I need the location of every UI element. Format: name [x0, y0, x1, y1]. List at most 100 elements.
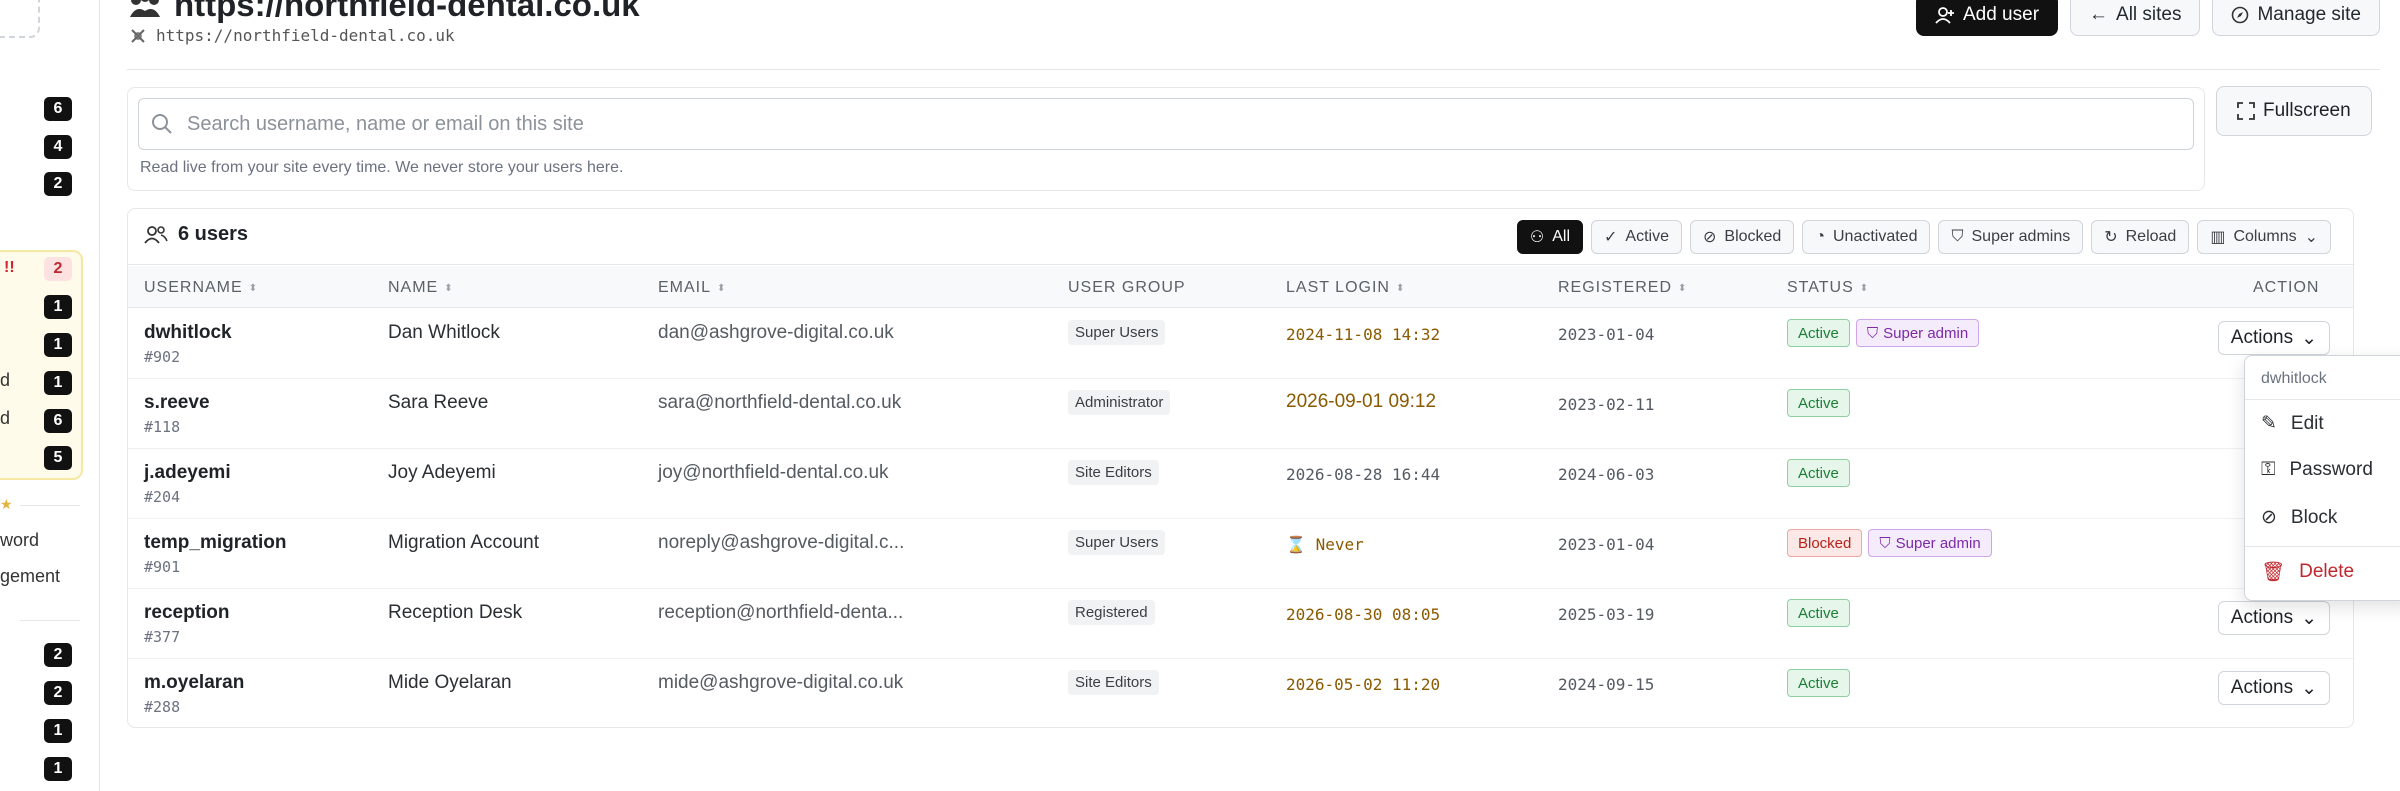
shield-icon: ⛉	[1866, 324, 1879, 342]
actions-button[interactable]: Actions ⌄	[2217, 321, 2330, 355]
sidebar-item-password[interactable]: word	[0, 530, 39, 551]
column-header-username[interactable]: USERNAME ⬍	[144, 279, 258, 297]
menu-divider	[2245, 546, 2400, 547]
column-header-name[interactable]: NAME ⬍	[388, 279, 454, 297]
sidebar-item-label[interactable]: d	[0, 408, 10, 429]
full-name: Sara Reeve	[388, 392, 489, 413]
column-header-last-login[interactable]: LAST LOGIN ⬍	[1286, 279, 1405, 297]
sidebar-count-badge: 1	[44, 295, 72, 319]
star-icon: ★	[0, 496, 13, 512]
registered-date: 2025-03-19	[1558, 605, 1655, 624]
sidebar-alert-mark: !!	[4, 259, 15, 276]
email: joy@northfield-dental.co.uk	[658, 462, 889, 483]
page-title: https://northfield-dental.co.uk	[128, 0, 640, 24]
registered-date: 2024-09-15	[1558, 675, 1655, 694]
username[interactable]: m.oyelaran	[144, 672, 244, 694]
user-id: #901	[144, 558, 181, 576]
sidebar-item-label[interactable]: d	[0, 370, 10, 391]
key-icon: ⚿	[2261, 459, 2276, 480]
column-header-email[interactable]: EMAIL ⬍	[658, 279, 726, 297]
header-actions: Add user ← All sites Manage site	[1915, 0, 2380, 36]
chevron-down-icon: ⌄	[2301, 677, 2317, 699]
email: noreply@ashgrove-digital.c...	[658, 532, 905, 553]
columns-button[interactable]: ▥ Columns ⌄	[2197, 220, 2331, 254]
sidebar-item-management[interactable]: gement	[0, 566, 60, 587]
table-row: m.oyelaran #288 Mide Oyelaran mide@ashgr…	[128, 659, 2353, 727]
menu-item-delete[interactable]: 🗑 Delete	[2261, 560, 2354, 584]
shield-icon: ⛉	[1951, 228, 1964, 245]
manage-site-button[interactable]: Manage site	[2212, 0, 2380, 36]
sort-icon: ⬍	[444, 282, 454, 294]
column-header-status[interactable]: STATUS ⬍	[1787, 279, 1869, 297]
sidebar-count-badge: 5	[44, 446, 72, 470]
email: mide@ashgrove-digital.co.uk	[658, 672, 904, 693]
sidebar-count-badge: 1	[44, 757, 72, 781]
status-cell: Active	[1787, 599, 1850, 627]
status-cell: Active ⛉ Super admin	[1787, 319, 1980, 347]
user-lock-icon: ⊘	[2261, 507, 2277, 528]
users-icon: ⚇	[1529, 229, 1545, 246]
sidebar-count-badge: 6	[44, 409, 72, 433]
menu-item-password[interactable]: ⚿ Password	[2261, 459, 2373, 481]
compass-icon	[2232, 6, 2249, 24]
full-name: Migration Account	[388, 532, 540, 553]
search-input[interactable]	[187, 112, 2087, 136]
site-url-text[interactable]: https://northfield-dental.co.uk	[156, 26, 455, 45]
reload-button[interactable]: ↻ Reload	[2091, 220, 2190, 254]
hourglass-icon: ⌛	[1286, 535, 1306, 554]
actions-button[interactable]: Actions ⌄	[2217, 671, 2330, 705]
column-header-registered[interactable]: REGISTERED ⬍	[1558, 279, 1687, 297]
search-hint: Read live from your site every time. We …	[140, 159, 624, 176]
site-title-text: https://northfield-dental.co.uk	[174, 0, 640, 23]
username[interactable]: j.adeyemi	[144, 462, 231, 484]
registered-date: 2023-01-04	[1558, 325, 1655, 344]
registered-date: 2023-02-11	[1558, 395, 1655, 414]
status-badge: Active	[1787, 599, 1850, 627]
pencil-icon: ✎	[2261, 413, 2277, 434]
sidebar-add-site-placeholder[interactable]	[0, 0, 40, 38]
menu-item-edit[interactable]: ✎ Edit	[2261, 412, 2324, 435]
filter-all[interactable]: ⚇ All	[1516, 220, 1583, 254]
users-panel: 6 users ⚇ All ✓ Active ⊘ Blocked ◔ Unactivat…	[127, 208, 2354, 728]
sidebar-alert-badge: 2	[44, 257, 72, 281]
sidebar-count-badge: 2	[44, 681, 72, 705]
chevron-down-icon: ⌄	[2304, 229, 2318, 246]
username[interactable]: dwhitlock	[144, 322, 232, 344]
filter-super-admins[interactable]: ⛉ Super admins	[1938, 220, 2084, 254]
sidebar-count-badge: 1	[44, 333, 72, 357]
filter-unactivated[interactable]: ◔ Unactivated	[1802, 220, 1931, 254]
sort-icon: ⬍	[1395, 282, 1406, 294]
filter-active[interactable]: ✓ Active	[1591, 220, 1682, 254]
add-user-button[interactable]: Add user	[1915, 0, 2059, 36]
menu-divider	[2245, 399, 2400, 400]
username[interactable]: temp_migration	[144, 532, 287, 554]
filter-blocked[interactable]: ⊘ Blocked	[1689, 220, 1795, 254]
username[interactable]: reception	[144, 602, 230, 624]
user-group-tag: Administrator	[1068, 390, 1171, 415]
shield-icon: ⛉	[1879, 534, 1891, 552]
last-login: 2024-11-08 14:32	[1286, 325, 1441, 344]
status-cell: Active	[1787, 669, 1850, 697]
status-cell: Active	[1787, 459, 1850, 487]
table-row: reception #377 Reception Desk reception@…	[128, 589, 2353, 659]
user-check-icon: ✓	[1604, 229, 1618, 246]
menu-username: dwhitlock	[2261, 370, 2327, 387]
menu-item-block[interactable]: ⊘ Block	[2261, 506, 2337, 529]
username[interactable]: s.reeve	[144, 392, 210, 414]
user-id: #902	[144, 348, 181, 366]
header-divider	[127, 69, 2380, 70]
user-group-tag: Super Users	[1068, 320, 1166, 345]
actions-button[interactable]: Actions ⌄	[2217, 601, 2330, 635]
last-login: 2026-09-01 09:12	[1286, 391, 1437, 412]
all-sites-button[interactable]: ← All sites	[2070, 0, 2201, 36]
user-id: #204	[144, 488, 181, 506]
sort-icon: ⬍	[1859, 282, 1870, 294]
status-badge: Active	[1787, 669, 1850, 697]
fullscreen-button[interactable]: Fullscreen	[2216, 86, 2372, 136]
status-badge: Active	[1787, 389, 1850, 417]
refresh-icon: ↻	[2104, 229, 2118, 246]
status-badge: Active	[1787, 459, 1850, 487]
sidebar-count-badge: 1	[44, 719, 72, 743]
search-box[interactable]	[138, 98, 2194, 150]
chevron-down-icon: ⌄	[2301, 607, 2317, 629]
